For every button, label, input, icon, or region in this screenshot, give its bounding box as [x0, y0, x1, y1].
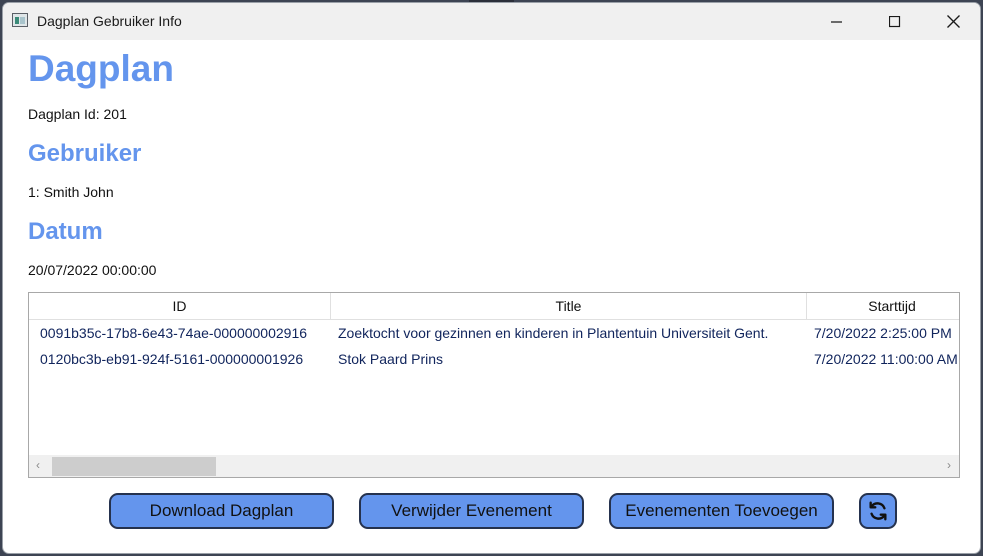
window-title: Dagplan Gebruiker Info [37, 13, 182, 29]
cell-starttijd: 7/20/2022 11:00:00 AM [814, 351, 958, 367]
events-grid[interactable]: ID Title Starttijd 0091b35c-17b8-6e43-74… [28, 292, 960, 478]
grid-header: ID Title Starttijd [29, 293, 959, 320]
scrollbar-thumb[interactable] [52, 457, 216, 476]
cell-starttijd: 7/20/2022 2:25:00 PM [814, 325, 952, 341]
table-row[interactable]: 0120bc3b-eb91-924f-5161-000000001926 Sto… [29, 346, 959, 372]
app-icon [12, 13, 28, 27]
column-header-title[interactable]: Title [331, 293, 807, 319]
maximize-button[interactable] [866, 3, 924, 40]
gebruiker-heading: Gebruiker [28, 140, 142, 167]
download-dagplan-button[interactable]: Download Dagplan [109, 493, 334, 529]
cell-id: 0120bc3b-eb91-924f-5161-000000001926 [40, 351, 304, 367]
close-button[interactable] [924, 3, 980, 40]
evenementen-toevoegen-button[interactable]: Evenementen Toevoegen [609, 493, 834, 529]
refresh-icon [869, 501, 887, 521]
table-row[interactable]: 0091b35c-17b8-6e43-74ae-000000002916 Zoe… [29, 320, 959, 346]
cell-title: Stok Paard Prins [338, 351, 444, 367]
column-header-id[interactable]: ID [29, 293, 331, 319]
app-window: Dagplan Gebruiker Info Dagplan Dagplan I… [2, 2, 981, 554]
maximize-icon [889, 15, 901, 27]
main-content: Dagplan Dagplan Id: 201 Gebruiker 1: Smi… [3, 40, 980, 553]
minimize-button[interactable] [808, 3, 866, 40]
datum-value: 20/07/2022 00:00:00 [28, 262, 157, 278]
cell-title: Zoektocht voor gezinnen en kinderen in P… [338, 325, 769, 341]
refresh-button[interactable] [859, 493, 897, 529]
cell-id: 0091b35c-17b8-6e43-74ae-000000002916 [40, 325, 308, 341]
datum-heading: Datum [28, 218, 103, 245]
scroll-right-icon[interactable]: › [947, 458, 951, 472]
title-bar[interactable]: Dagplan Gebruiker Info [3, 3, 980, 40]
column-header-starttijd[interactable]: Starttijd [807, 293, 959, 319]
verwijder-evenement-button[interactable]: Verwijder Evenement [359, 493, 584, 529]
gebruiker-value: 1: Smith John [28, 184, 114, 200]
horizontal-scrollbar[interactable]: ‹ › [29, 455, 959, 477]
dagplan-id-text: Dagplan Id: 201 [28, 106, 127, 122]
minimize-icon [831, 20, 842, 23]
close-icon [946, 15, 960, 28]
page-title: Dagplan [28, 48, 174, 89]
scroll-left-icon[interactable]: ‹ [36, 458, 40, 472]
